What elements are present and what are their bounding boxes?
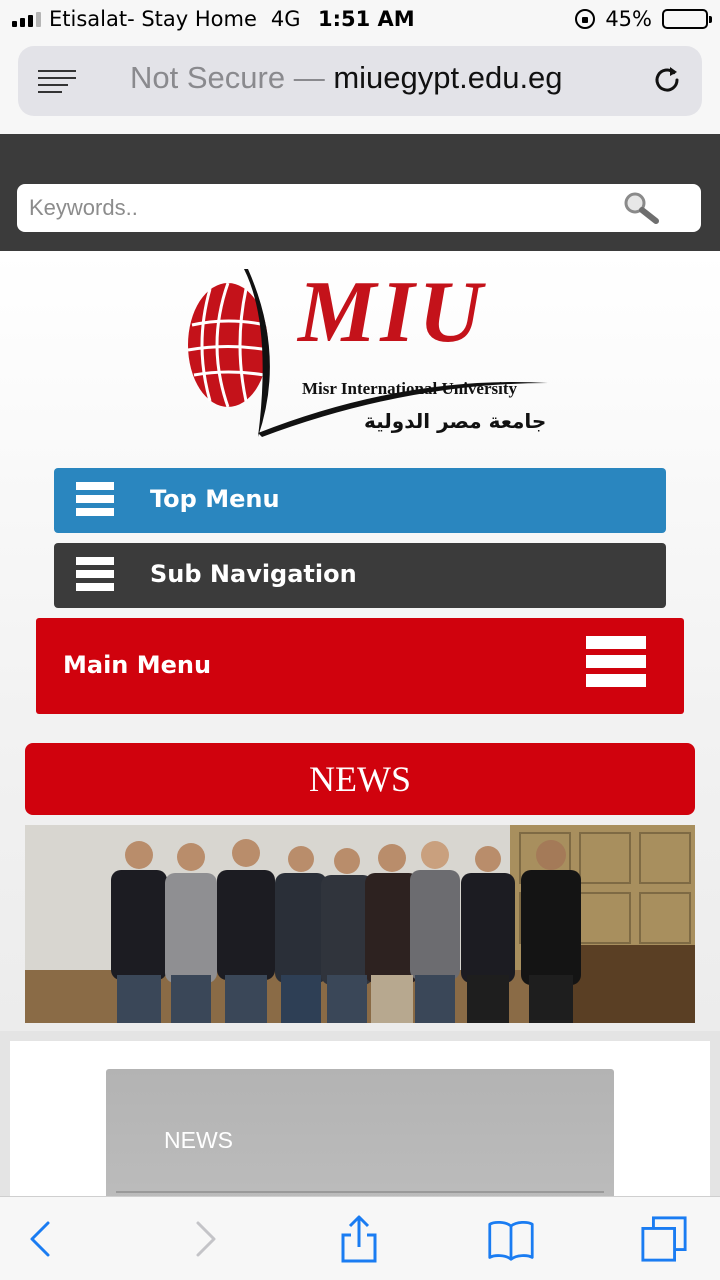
network-type: 4G [270,7,301,31]
forward-icon[interactable] [180,1215,228,1263]
share-icon[interactable] [335,1215,383,1263]
status-right: 45% [575,7,712,31]
logo-mark: MIU [298,264,487,361]
news-card: NEWS [10,1041,710,1219]
orientation-lock-icon [575,9,596,29]
status-left: Etisalat- Stay Home 4G [12,7,319,31]
search-input[interactable] [27,192,587,224]
logo-english-name: Misr International University [302,379,518,398]
status-bar: Etisalat- Stay Home 4G 1:51 AM 45% [0,0,720,40]
news-tab-label: NEWS [164,1127,233,1153]
signal-strength-icon [12,11,41,27]
logo-arabic-name: جامعة مصر الدولية [364,409,547,433]
browser-chrome: Not Secure — miuegypt.edu.eg [0,40,720,134]
group-photo-image [25,825,695,1023]
main-menu-label: Main Menu [63,651,212,679]
lower-section: NEWS [0,1031,720,1219]
reload-icon[interactable] [650,63,684,97]
tabs-icon[interactable] [640,1215,688,1263]
browser-toolbar [0,1196,720,1280]
top-menu-button[interactable]: Top Menu [54,468,666,533]
battery-percent: 45% [605,7,652,31]
security-label: Not Secure — [130,60,325,95]
sub-navigation-button[interactable]: Sub Navigation [54,543,666,608]
address-bar[interactable]: Not Secure — miuegypt.edu.eg [18,46,702,116]
bookmarks-icon[interactable] [487,1215,535,1263]
reader-view-icon[interactable] [38,70,76,94]
back-icon[interactable] [18,1215,66,1263]
divider [116,1191,604,1193]
top-menu-label: Top Menu [150,485,280,513]
hamburger-icon [586,636,646,693]
main-menu-button[interactable]: Main Menu [36,618,684,714]
url-text[interactable]: Not Secure — miuegypt.edu.eg [130,60,563,96]
url-host: miuegypt.edu.eg [333,60,563,95]
sub-navigation-label: Sub Navigation [150,560,357,588]
university-logo[interactable]: MIU Misr International University جامعة … [186,265,550,437]
page-content: MIU Misr International University جامعة … [0,251,720,1031]
search-strip [0,134,720,251]
search-icon[interactable] [621,190,661,226]
search-box [17,184,701,232]
news-photo[interactable] [25,825,695,1023]
battery-icon [662,9,712,29]
news-header[interactable]: NEWS [25,743,695,815]
hamburger-icon [76,482,114,521]
hamburger-icon [76,557,114,596]
status-time: 1:51 AM [318,7,415,31]
carrier-name: Etisalat- Stay Home [49,7,257,31]
